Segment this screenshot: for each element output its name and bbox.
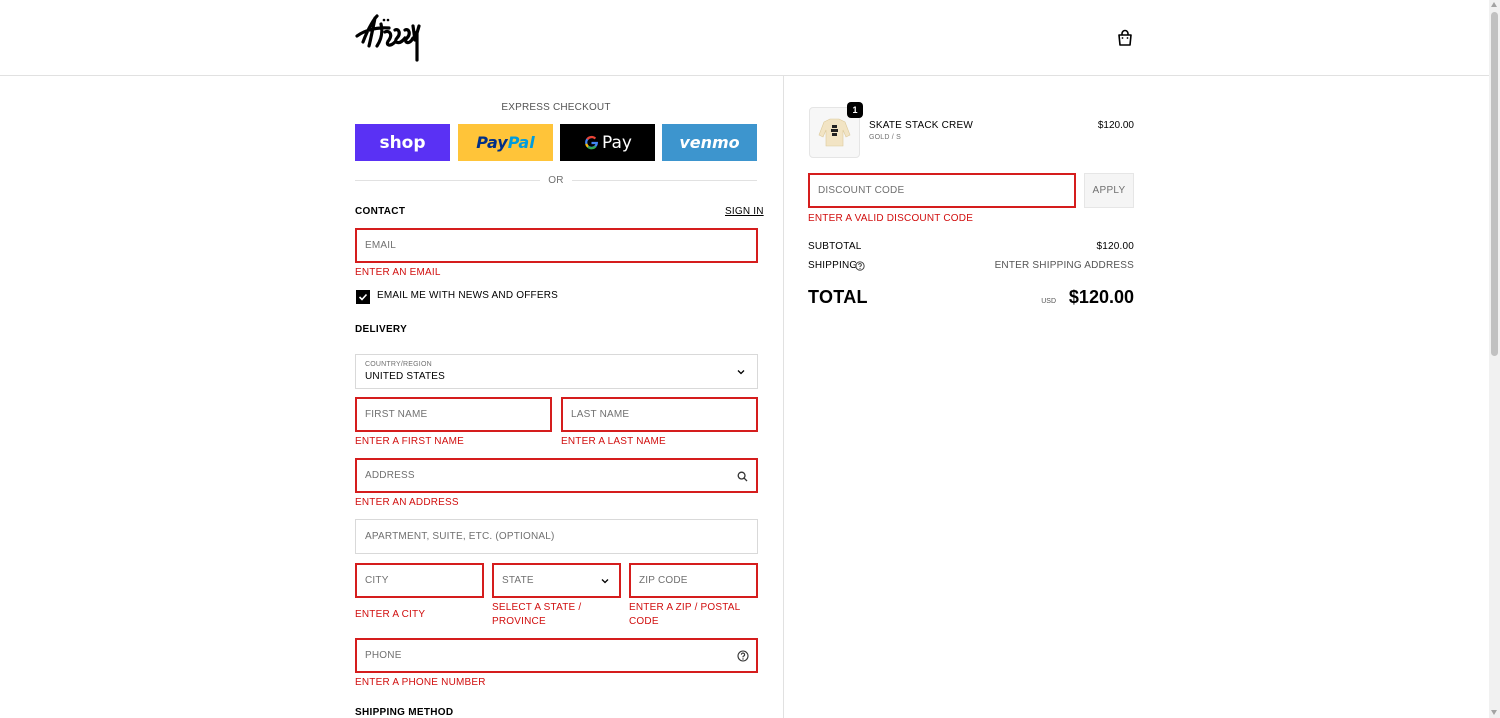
zip-code-error: ENTER A ZIP / POSTAL CODE <box>629 601 740 629</box>
product-name: SKATE STACK CREW <box>869 120 973 131</box>
last-name-placeholder: LAST NAME <box>571 409 630 420</box>
paypal-label: PayPal <box>476 133 535 152</box>
shipping-value: ENTER SHIPPING ADDRESS <box>994 260 1134 271</box>
apply-discount-button[interactable]: APPLY <box>1084 173 1134 208</box>
city-placeholder: CITY <box>365 575 389 586</box>
google-pay-button[interactable]: Pay <box>560 124 655 161</box>
country-value: UNITED STATES <box>365 371 446 382</box>
or-divider-right <box>572 180 757 181</box>
sign-in-link[interactable]: SIGN IN <box>725 206 764 217</box>
stussy-logo[interactable] <box>355 12 425 62</box>
zip-error-line-2: CODE <box>629 616 659 627</box>
last-name-error: ENTER A LAST NAME <box>561 436 666 447</box>
delivery-heading: DELIVERY <box>355 324 408 335</box>
country-label: COUNTRY/REGION <box>365 361 432 368</box>
contact-heading: CONTACT <box>355 206 406 217</box>
shop-pay-label: shop <box>379 132 426 153</box>
email-error: ENTER AN EMAIL <box>355 267 441 278</box>
site-header <box>0 0 1489 76</box>
shipping-label: SHIPPING <box>808 260 858 271</box>
phone-placeholder: PHONE <box>365 650 402 661</box>
city-error: ENTER A CITY <box>355 609 426 620</box>
zip-code-field[interactable]: ZIP CODE <box>629 563 758 598</box>
state-error-line-2: PROVINCE <box>492 616 546 627</box>
subtotal-label: SUBTOTAL <box>808 241 862 252</box>
currency-code: USD <box>1041 298 1056 305</box>
search-icon <box>737 471 748 482</box>
first-name-field[interactable]: FIRST NAME <box>355 397 552 432</box>
phone-field[interactable]: PHONE <box>355 638 758 673</box>
product-variant: GOLD / S <box>869 134 901 141</box>
state-error-line-1: SELECT A STATE / <box>492 602 582 613</box>
chevron-down-icon <box>737 370 745 375</box>
express-checkout-title: EXPRESS CHECKOUT <box>501 102 611 113</box>
subtotal-value: $120.00 <box>1096 241 1134 252</box>
discount-code-error: ENTER A VALID DISCOUNT CODE <box>808 213 974 224</box>
address-placeholder: ADDRESS <box>365 470 415 481</box>
shipping-method-heading: SHIPPING METHOD <box>355 707 454 718</box>
discount-code-field[interactable]: DISCOUNT CODE <box>808 173 1076 208</box>
product-price: $120.00 <box>1097 120 1134 131</box>
scroll-thumb[interactable] <box>1491 12 1498 356</box>
state-select[interactable]: STATE <box>492 563 621 598</box>
venmo-button[interactable]: venmo <box>662 124 757 161</box>
country-select[interactable]: COUNTRY/REGION UNITED STATES <box>355 354 758 389</box>
google-g-icon <box>585 135 599 150</box>
address-field[interactable]: ADDRESS <box>355 458 758 493</box>
chevron-down-icon <box>601 579 609 584</box>
apartment-field[interactable]: APARTMENT, SUITE, ETC. (OPTIONAL) <box>355 519 758 554</box>
newsletter-label: EMAIL ME WITH NEWS AND OFFERS <box>377 290 558 301</box>
email-field[interactable]: EMAIL <box>355 228 758 263</box>
city-field[interactable]: CITY <box>355 563 484 598</box>
google-pay-label: Pay <box>602 132 632 153</box>
shop-pay-button[interactable]: shop <box>355 124 450 161</box>
checkmark-icon <box>358 293 368 301</box>
email-placeholder: EMAIL <box>365 240 397 251</box>
state-error: SELECT A STATE / PROVINCE <box>492 601 581 629</box>
help-circle-icon[interactable] <box>855 261 865 271</box>
quantity-badge: 1 <box>847 102 863 118</box>
first-name-placeholder: FIRST NAME <box>365 409 428 420</box>
paypal-button[interactable]: PayPal <box>458 124 553 161</box>
newsletter-checkbox[interactable] <box>356 290 370 304</box>
phone-error: ENTER A PHONE NUMBER <box>355 677 486 688</box>
first-name-error: ENTER A FIRST NAME <box>355 436 464 447</box>
or-label: OR <box>548 175 564 186</box>
last-name-field[interactable]: LAST NAME <box>561 397 758 432</box>
help-circle-icon[interactable] <box>737 650 749 662</box>
scroll-up-arrow[interactable] <box>1491 2 1497 7</box>
column-divider <box>783 76 784 718</box>
scroll-down-arrow[interactable] <box>1491 710 1497 715</box>
shopping-bag-icon[interactable] <box>1116 29 1134 47</box>
zip-error-line-1: ENTER A ZIP / POSTAL <box>629 602 741 613</box>
state-placeholder: STATE <box>502 575 534 586</box>
venmo-label: venmo <box>679 133 740 152</box>
total-label: TOTAL <box>808 287 868 307</box>
zip-code-placeholder: ZIP CODE <box>639 575 688 586</box>
discount-code-placeholder: DISCOUNT CODE <box>818 185 905 196</box>
address-error: ENTER AN ADDRESS <box>355 497 459 508</box>
or-divider-left <box>355 180 540 181</box>
total-value: $120.00 <box>1068 287 1134 307</box>
page-scrollbar[interactable] <box>1489 0 1500 718</box>
apartment-placeholder: APARTMENT, SUITE, ETC. (OPTIONAL) <box>365 531 555 542</box>
